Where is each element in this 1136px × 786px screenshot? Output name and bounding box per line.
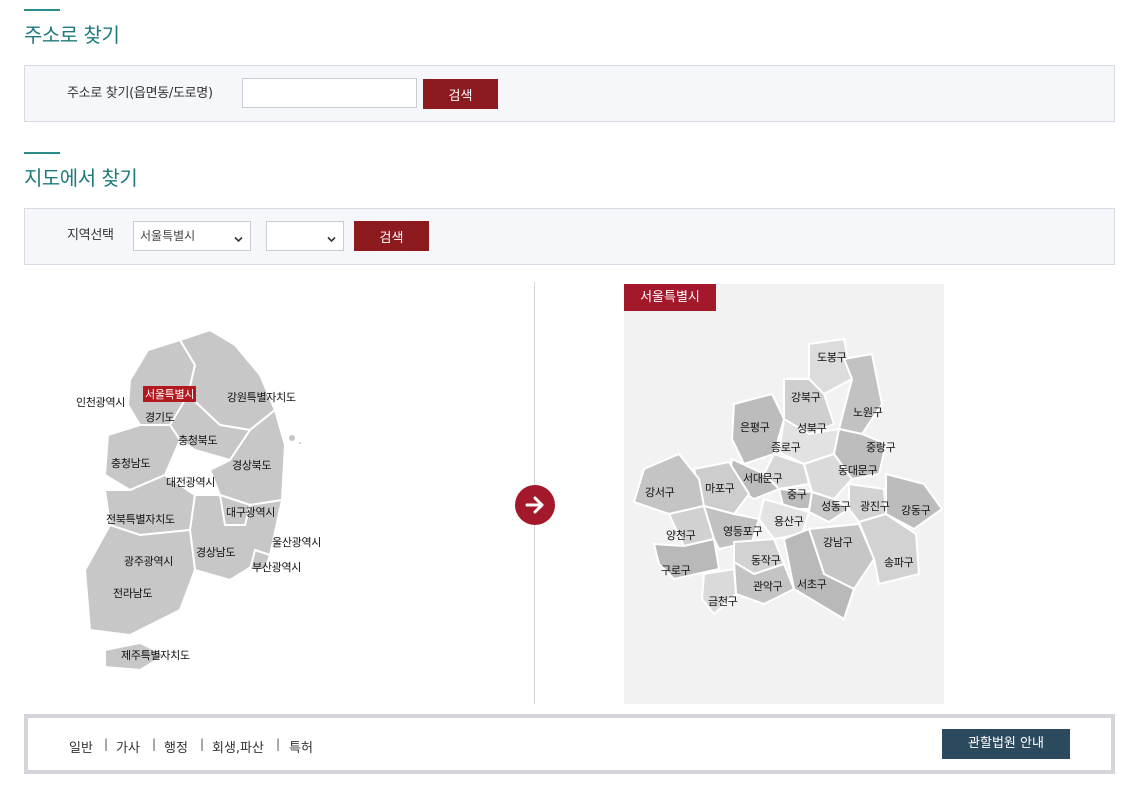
map-label-daejeon[interactable]: 대전광역시: [166, 474, 215, 490]
map-label-gangwon[interactable]: 강원특별자치도: [227, 389, 296, 405]
separator: |: [104, 737, 109, 751]
address-search-panel: 주소로 찾기(읍면동/도로명) 검색: [24, 65, 1115, 122]
address-search-title: 주소로 찾기: [24, 23, 120, 47]
map-label-incheon[interactable]: 인천광역시: [76, 394, 125, 410]
map-label-busan[interactable]: 부산광역시: [252, 559, 301, 575]
case-type-administrative[interactable]: 행정: [164, 737, 188, 756]
separator: |: [152, 737, 157, 751]
gu-label-jung[interactable]: 중구: [787, 486, 807, 502]
gu-label-nowon[interactable]: 노원구: [853, 404, 883, 420]
separator: |: [276, 737, 281, 751]
map-label-gyeongbuk[interactable]: 경상북도: [232, 457, 272, 473]
map-label-chungbuk[interactable]: 충청북도: [178, 432, 218, 448]
region-select-label: 지역선택: [67, 228, 114, 243]
gu-label-dongjak[interactable]: 동작구: [751, 552, 781, 568]
court-guide-button[interactable]: 관할법원 안내: [942, 729, 1070, 759]
case-type-bar: 일반 | 가사 | 행정 | 회생,파산 | 특허 관할법원 안내: [24, 714, 1115, 774]
arrow-right-circle-icon: [515, 485, 555, 525]
separator: |: [200, 737, 205, 751]
gu-label-songpa[interactable]: 송파구: [884, 554, 914, 570]
map-label-daegu[interactable]: 대구광역시: [226, 504, 275, 520]
case-type-patent[interactable]: 특허: [289, 737, 313, 756]
address-search-button[interactable]: 검색: [423, 79, 498, 109]
gu-label-geumcheon[interactable]: 금천구: [708, 593, 738, 609]
map-search-button[interactable]: 검색: [354, 221, 429, 251]
gu-label-yangcheon[interactable]: 양천구: [666, 527, 696, 543]
gu-label-guro[interactable]: 구로구: [661, 562, 691, 578]
address-search-input[interactable]: [242, 78, 417, 108]
district-select[interactable]: [266, 221, 344, 251]
gu-label-gangseo[interactable]: 강서구: [645, 484, 675, 500]
map-label-jeonbuk[interactable]: 전북특별자치도: [106, 511, 175, 527]
map-label-gyeongnam[interactable]: 경상남도: [196, 544, 236, 560]
gu-label-jongno[interactable]: 종로구: [771, 439, 801, 455]
gu-label-seodaemun[interactable]: 서대문구: [743, 470, 783, 486]
region-select-panel: 지역선택 서울특별시 검색: [24, 208, 1115, 265]
map-label-gyeonggi[interactable]: 경기도: [145, 409, 175, 425]
section-accent-bar: [24, 9, 60, 11]
chevron-down-icon: [326, 228, 337, 256]
gu-label-yongsan[interactable]: 용산구: [774, 513, 804, 529]
gu-label-gwangjin[interactable]: 광진구: [860, 498, 890, 514]
gu-label-dobong[interactable]: 도봉구: [817, 349, 847, 365]
gu-label-seongbuk[interactable]: 성북구: [797, 420, 827, 436]
gu-label-gangdong[interactable]: 강동구: [901, 502, 931, 518]
map-search-title: 지도에서 찾기: [24, 166, 138, 190]
gu-label-seongdong[interactable]: 성동구: [821, 498, 851, 514]
map-label-jeonnam[interactable]: 전라남도: [113, 585, 153, 601]
gu-label-yeongdeungpo[interactable]: 영등포구: [723, 523, 763, 539]
section-accent-bar: [24, 152, 60, 154]
case-type-bankruptcy[interactable]: 회생,파산: [212, 737, 264, 756]
gu-label-jungnang[interactable]: 중랑구: [866, 439, 896, 455]
gu-label-eunpyeong[interactable]: 은평구: [740, 419, 770, 435]
map-region-ulleung: [287, 433, 297, 443]
map-label-jeju[interactable]: 제주특별자치도: [121, 647, 190, 663]
gu-label-gangnam[interactable]: 강남구: [823, 534, 853, 550]
map-region-dokdo: [297, 440, 303, 446]
map-label-chungnam[interactable]: 충청남도: [111, 455, 151, 471]
address-search-label: 주소로 찾기(읍면동/도로명): [67, 86, 213, 101]
gu-label-gangbuk[interactable]: 강북구: [791, 389, 821, 405]
korea-map[interactable]: [70, 325, 330, 675]
map-label-seoul[interactable]: 서울특별시: [143, 386, 197, 402]
gu-label-gwanak[interactable]: 관악구: [753, 578, 783, 594]
seoul-map-tag: 서울특별시: [624, 284, 716, 311]
region-select[interactable]: 서울특별시: [133, 221, 251, 251]
gu-label-dongdaemun[interactable]: 동대문구: [838, 462, 878, 478]
chevron-down-icon: [233, 228, 244, 256]
map-region-jeonnam: [83, 523, 197, 637]
gu-label-mapo[interactable]: 마포구: [705, 480, 735, 496]
map-label-ulsan[interactable]: 울산광역시: [272, 534, 321, 550]
map-label-gwangju[interactable]: 광주광역시: [124, 553, 173, 569]
case-type-family[interactable]: 가사: [116, 737, 140, 756]
case-type-general[interactable]: 일반: [69, 737, 93, 756]
gu-label-seocho[interactable]: 서초구: [797, 576, 827, 592]
